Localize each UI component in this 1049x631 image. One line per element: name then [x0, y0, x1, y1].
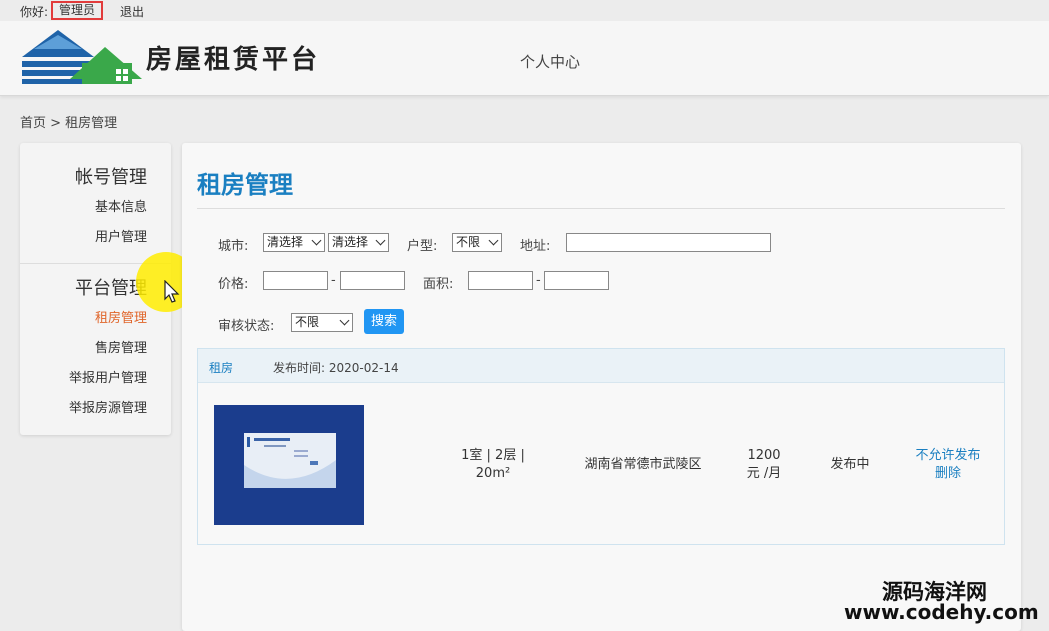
price-to-input[interactable] [340, 271, 405, 290]
area-to-input[interactable] [544, 271, 609, 290]
area-label: 面积: [423, 277, 454, 292]
sidebar-item-user-management[interactable]: 用户管理 [95, 226, 147, 245]
thumbnail-image-icon [214, 405, 364, 525]
city-label: 城市: [218, 239, 249, 254]
address-label: 地址: [520, 239, 551, 254]
site-header: 房屋租赁平台 个人中心 [0, 21, 1049, 96]
publish-date: 2020-02-14 [328, 361, 399, 375]
review-status-select[interactable]: 不限 [291, 313, 353, 332]
logout-link[interactable]: 退出 [120, 3, 144, 20]
review-status-label: 审核状态: [218, 319, 275, 334]
main-panel: 租房管理 城市: 清选择 清选择 户型: 不限 地址: 价格: - 面积: - … [182, 143, 1021, 631]
city-city-value: 清选择 [332, 235, 369, 249]
sidebar-item-rental-management[interactable]: 租房管理 [95, 307, 147, 326]
city-province-value: 清选择 [267, 235, 304, 249]
search-button[interactable]: 搜索 [364, 309, 404, 334]
top-bar: 你好: 管理员 退出 [0, 0, 1049, 21]
listing-price: 1200 元 /月 [733, 447, 795, 483]
listing-thumbnail[interactable] [214, 405, 364, 525]
listing-layout-line2: 20m² [475, 466, 511, 481]
listing-status: 发布中 [830, 457, 870, 472]
chevron-down-icon [311, 235, 322, 246]
greeting-text: 你好: [20, 5, 49, 19]
chevron-down-icon [375, 235, 386, 246]
area-dash: - [536, 273, 541, 288]
breadcrumb: 首页 > 租房管理 [20, 116, 118, 131]
house-logo-icon[interactable] [20, 27, 145, 89]
area-from-input[interactable] [468, 271, 533, 290]
listing-type: 租房 [209, 361, 234, 375]
nav-personal-center[interactable]: 个人中心 [520, 51, 580, 72]
city-province-select[interactable]: 清选择 [263, 233, 325, 252]
mouse-pointer-icon [164, 280, 180, 303]
listing-address: 湖南省常德市武陵区 [584, 457, 702, 472]
listing-layout-line1: 1室 | 2层 | [461, 448, 525, 463]
listing-publish-time: 发布时间: 2020-02-14 [273, 359, 399, 376]
layout-label: 户型: [407, 239, 438, 254]
sidebar-item-sale-management[interactable]: 售房管理 [95, 337, 147, 356]
listing-price-amount: 1200 [747, 448, 781, 463]
watermark-url: www.codehy.com [844, 600, 1039, 624]
sidebar-group-account: 帐号管理 [75, 167, 147, 188]
review-status-value: 不限 [295, 315, 320, 329]
chevron-down-icon [488, 235, 499, 246]
delete-link[interactable]: 删除 [898, 465, 998, 483]
publish-label: 发布时间: [273, 361, 326, 375]
disallow-publish-link[interactable]: 不允许发布 [898, 447, 998, 465]
price-dash: - [331, 273, 336, 288]
price-label: 价格: [218, 277, 249, 292]
sidebar-item-report-user[interactable]: 举报用户管理 [69, 367, 147, 386]
listing-card-header: 租房 发布时间: 2020-02-14 [198, 349, 1004, 383]
city-city-select[interactable]: 清选择 [328, 233, 389, 252]
listing-card: 租房 发布时间: 2020-02-14 1室 | 2层 | 20m² 湖南省常德… [197, 348, 1005, 545]
chevron-down-icon [339, 315, 350, 326]
sidebar-item-report-property[interactable]: 举报房源管理 [69, 397, 147, 416]
price-from-input[interactable] [263, 271, 328, 290]
listing-layout: 1室 | 2层 | 20m² [453, 447, 533, 483]
layout-select[interactable]: 不限 [452, 233, 502, 252]
address-input[interactable] [566, 233, 771, 252]
page-title: 租房管理 [197, 171, 293, 199]
listing-price-unit: 元 /月 [746, 466, 782, 481]
listing-actions: 不允许发布 删除 [898, 447, 998, 483]
layout-value: 不限 [456, 235, 481, 249]
current-user-link[interactable]: 管理员 [51, 1, 104, 20]
site-title: 房屋租赁平台 [146, 45, 321, 75]
sidebar-item-basic-info[interactable]: 基本信息 [95, 196, 147, 215]
title-divider [197, 208, 1005, 209]
